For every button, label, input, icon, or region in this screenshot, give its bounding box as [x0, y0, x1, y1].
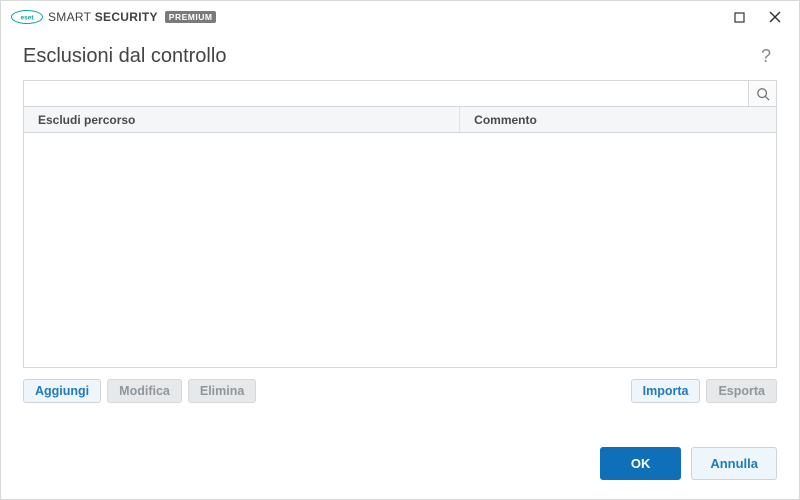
content: Escludi percorso Commento Aggiungi Modif… [1, 80, 799, 427]
table-header: Escludi percorso Commento [24, 107, 776, 133]
window: eset SMART SECURITY PREMIUM Esclusioni d… [0, 0, 800, 500]
import-button[interactable]: Importa [631, 379, 701, 403]
close-button[interactable] [757, 3, 793, 31]
export-button[interactable]: Esporta [706, 379, 777, 403]
brand-text: SMART SECURITY [48, 10, 158, 24]
close-icon [769, 11, 781, 23]
column-header-comment[interactable]: Commento [460, 107, 776, 132]
ok-button[interactable]: OK [600, 447, 682, 480]
delete-button[interactable]: Elimina [188, 379, 256, 403]
table-body[interactable] [24, 133, 776, 367]
brand-badge: PREMIUM [165, 11, 217, 23]
search-icon [756, 87, 770, 101]
maximize-button[interactable] [721, 3, 757, 31]
add-button[interactable]: Aggiungi [23, 379, 101, 403]
maximize-icon [734, 12, 745, 23]
footer: OK Annulla [1, 427, 799, 499]
titlebar: eset SMART SECURITY PREMIUM [1, 1, 799, 33]
edit-button[interactable]: Modifica [107, 379, 182, 403]
brand: eset SMART SECURITY PREMIUM [11, 10, 216, 24]
search-button[interactable] [748, 81, 776, 106]
brand-name-bold: SECURITY [95, 10, 158, 24]
header-row: Esclusioni dal controllo ? [1, 33, 799, 80]
eset-logo-icon: eset [11, 10, 43, 24]
brand-name-light: SMART [48, 10, 91, 24]
search-input[interactable] [24, 81, 748, 106]
help-button[interactable]: ? [755, 46, 777, 67]
search-bar [24, 81, 776, 107]
exclusions-panel: Escludi percorso Commento [23, 80, 777, 368]
svg-text:eset: eset [20, 15, 34, 22]
action-row: Aggiungi Modifica Elimina Importa Esport… [23, 368, 777, 406]
cancel-button[interactable]: Annulla [691, 447, 777, 480]
column-header-path[interactable]: Escludi percorso [24, 107, 460, 132]
page-title: Esclusioni dal controllo [23, 45, 226, 68]
